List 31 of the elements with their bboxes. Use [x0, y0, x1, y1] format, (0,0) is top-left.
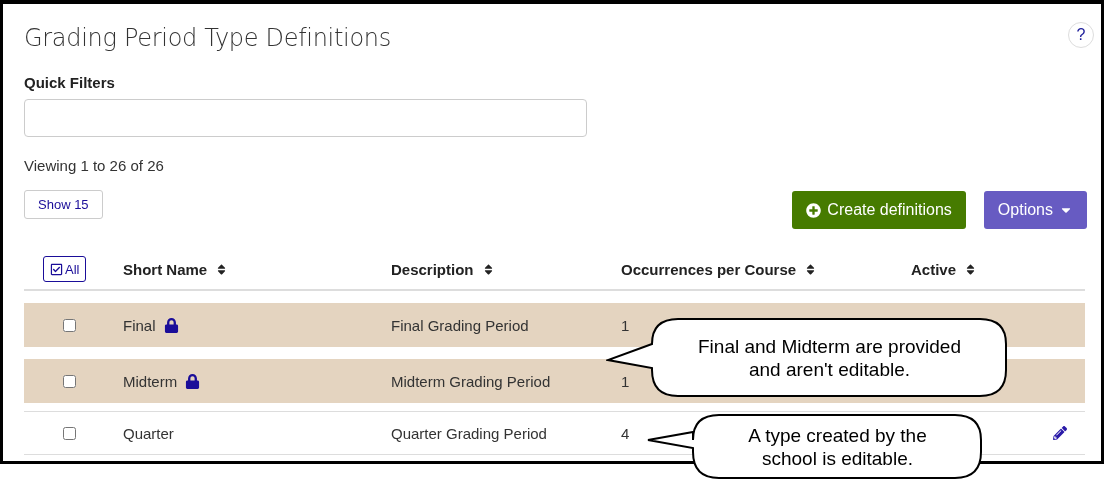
create-button[interactable]: Create definitions — [792, 191, 966, 229]
page-title: Grading Period Type Definitions — [24, 24, 391, 52]
row-checkbox[interactable] — [63, 318, 76, 332]
show-button[interactable]: Show 15 — [24, 190, 103, 219]
column-header[interactable]: Active — [911, 260, 978, 278]
table-cell: 1 — [621, 372, 630, 390]
quick-filter-field[interactable] — [24, 99, 587, 137]
checkbox-icon — [50, 262, 63, 276]
callout: A type created by the school is editable. — [646, 414, 982, 479]
lock-icon — [185, 373, 201, 389]
table-cell: Quarter Grading Period — [391, 424, 547, 442]
row-checkbox[interactable] — [63, 374, 76, 388]
table-cell: 4 — [621, 424, 630, 442]
table-cell: Midterm — [123, 372, 201, 390]
column-header[interactable]: Occurrences per Course — [621, 260, 818, 278]
help-button[interactable]: ? — [1068, 22, 1094, 48]
select-all-button[interactable]: All — [43, 256, 87, 282]
column-header[interactable]: Short Name — [123, 260, 229, 278]
viewing-count: Viewing 1 to 26 of 26 — [24, 157, 165, 174]
table-cell: Quarter — [123, 424, 174, 442]
plus-icon — [806, 202, 822, 218]
table-cell: 1 — [621, 316, 630, 334]
edit-button[interactable] — [1053, 426, 1067, 440]
filter-label: Quick Filters — [24, 74, 116, 91]
options-button[interactable]: Options — [983, 191, 1087, 229]
lock-icon — [163, 317, 179, 333]
table-cell: Final — [123, 316, 179, 334]
row-checkbox[interactable] — [63, 426, 76, 440]
column-header[interactable]: Description — [391, 260, 495, 278]
table-cell: Final Grading Period — [391, 316, 529, 334]
table-cell: Midterm Grading Period — [391, 372, 551, 390]
